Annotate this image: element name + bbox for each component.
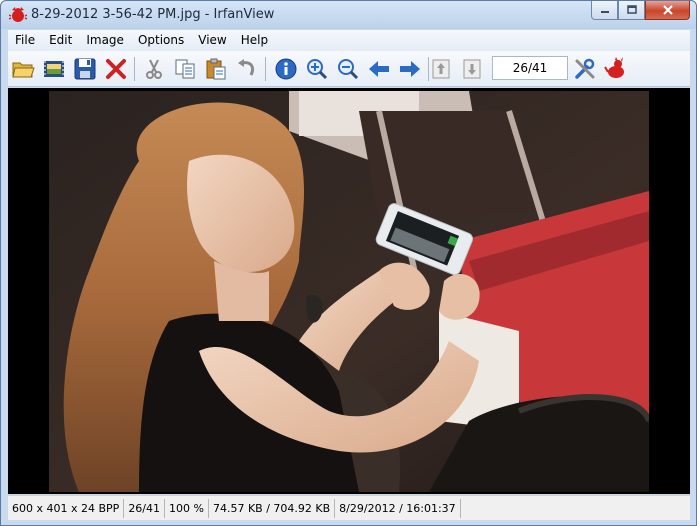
open-icon — [12, 62, 35, 78]
last-page-button[interactable] — [459, 56, 485, 82]
image-viewport[interactable] — [8, 88, 690, 494]
close-button[interactable] — [645, 1, 690, 20]
status-index: 26/41 — [124, 498, 166, 518]
cut-icon — [146, 59, 162, 79]
info-icon — [275, 58, 297, 80]
menu-image[interactable]: Image — [79, 30, 131, 51]
toolbar-separator — [265, 57, 266, 81]
cut-button[interactable] — [141, 56, 167, 82]
menu-edit[interactable]: Edit — [42, 30, 79, 51]
first-page-button[interactable] — [428, 56, 454, 82]
maximize-button[interactable] — [618, 1, 645, 20]
close-icon — [662, 5, 673, 15]
window-title: 8-29-2012 3-56-42 PM.jpg - IrfanView — [31, 7, 275, 22]
zoom-out-icon — [338, 59, 359, 80]
status-bar: 600 x 401 x 24 BPP 26/41 100 % 74.57 KB … — [8, 495, 690, 520]
undo-icon — [238, 59, 255, 76]
info-button[interactable] — [273, 56, 299, 82]
maximize-icon — [626, 5, 637, 14]
title-bar[interactable]: 8-29-2012 3-56-42 PM.jpg - IrfanView — [1, 1, 696, 29]
previous-arrow-icon — [369, 61, 389, 77]
menu-view[interactable]: View — [191, 30, 233, 51]
slideshow-button[interactable] — [41, 56, 67, 82]
paste-button[interactable] — [203, 56, 229, 82]
menu-file[interactable]: File — [8, 30, 42, 51]
zoom-out-button[interactable] — [335, 56, 361, 82]
photo-woman-smartphone — [49, 91, 649, 492]
status-datetime: 8/29/2012 / 16:01:37 — [335, 498, 461, 518]
next-arrow-icon — [400, 61, 420, 77]
zoom-in-button[interactable] — [304, 56, 330, 82]
irfanview-about-button[interactable] — [603, 56, 629, 82]
properties-button[interactable] — [572, 56, 598, 82]
minimize-icon — [600, 11, 609, 13]
open-button[interactable] — [10, 56, 36, 82]
slideshow-icon — [44, 61, 64, 77]
menu-options[interactable]: Options — [131, 30, 191, 51]
next-button[interactable] — [397, 56, 423, 82]
status-dimensions: 600 x 401 x 24 BPP — [8, 498, 125, 518]
paste-icon — [206, 58, 226, 80]
delete-icon — [106, 59, 126, 79]
zoom-in-icon — [307, 59, 328, 80]
save-icon — [74, 58, 96, 80]
menu-bar: File Edit Image Options View Help — [8, 30, 690, 51]
minimize-button[interactable] — [591, 1, 618, 20]
status-file-size: 74.57 KB / 704.92 KB — [209, 498, 336, 518]
previous-button[interactable] — [366, 56, 392, 82]
first-page-icon — [432, 59, 450, 79]
copy-icon — [175, 59, 195, 79]
irfanview-window: 8-29-2012 3-56-42 PM.jpg - IrfanView Fil… — [0, 0, 697, 526]
delete-button[interactable] — [103, 56, 129, 82]
caption-buttons — [591, 1, 690, 21]
menu-help[interactable]: Help — [234, 30, 275, 51]
status-zoom: 100 % — [165, 498, 209, 518]
last-page-icon — [463, 59, 481, 79]
toolbar: 26/41 — [8, 51, 690, 87]
properties-tools-icon — [575, 58, 595, 79]
toolbar-separator — [134, 57, 135, 81]
copy-button[interactable] — [172, 56, 198, 82]
irfanview-app-icon[interactable] — [8, 6, 28, 24]
save-button[interactable] — [72, 56, 98, 82]
undo-button[interactable] — [234, 56, 260, 82]
page-indicator[interactable]: 26/41 — [492, 56, 568, 80]
irfanview-cat-icon — [604, 57, 624, 78]
